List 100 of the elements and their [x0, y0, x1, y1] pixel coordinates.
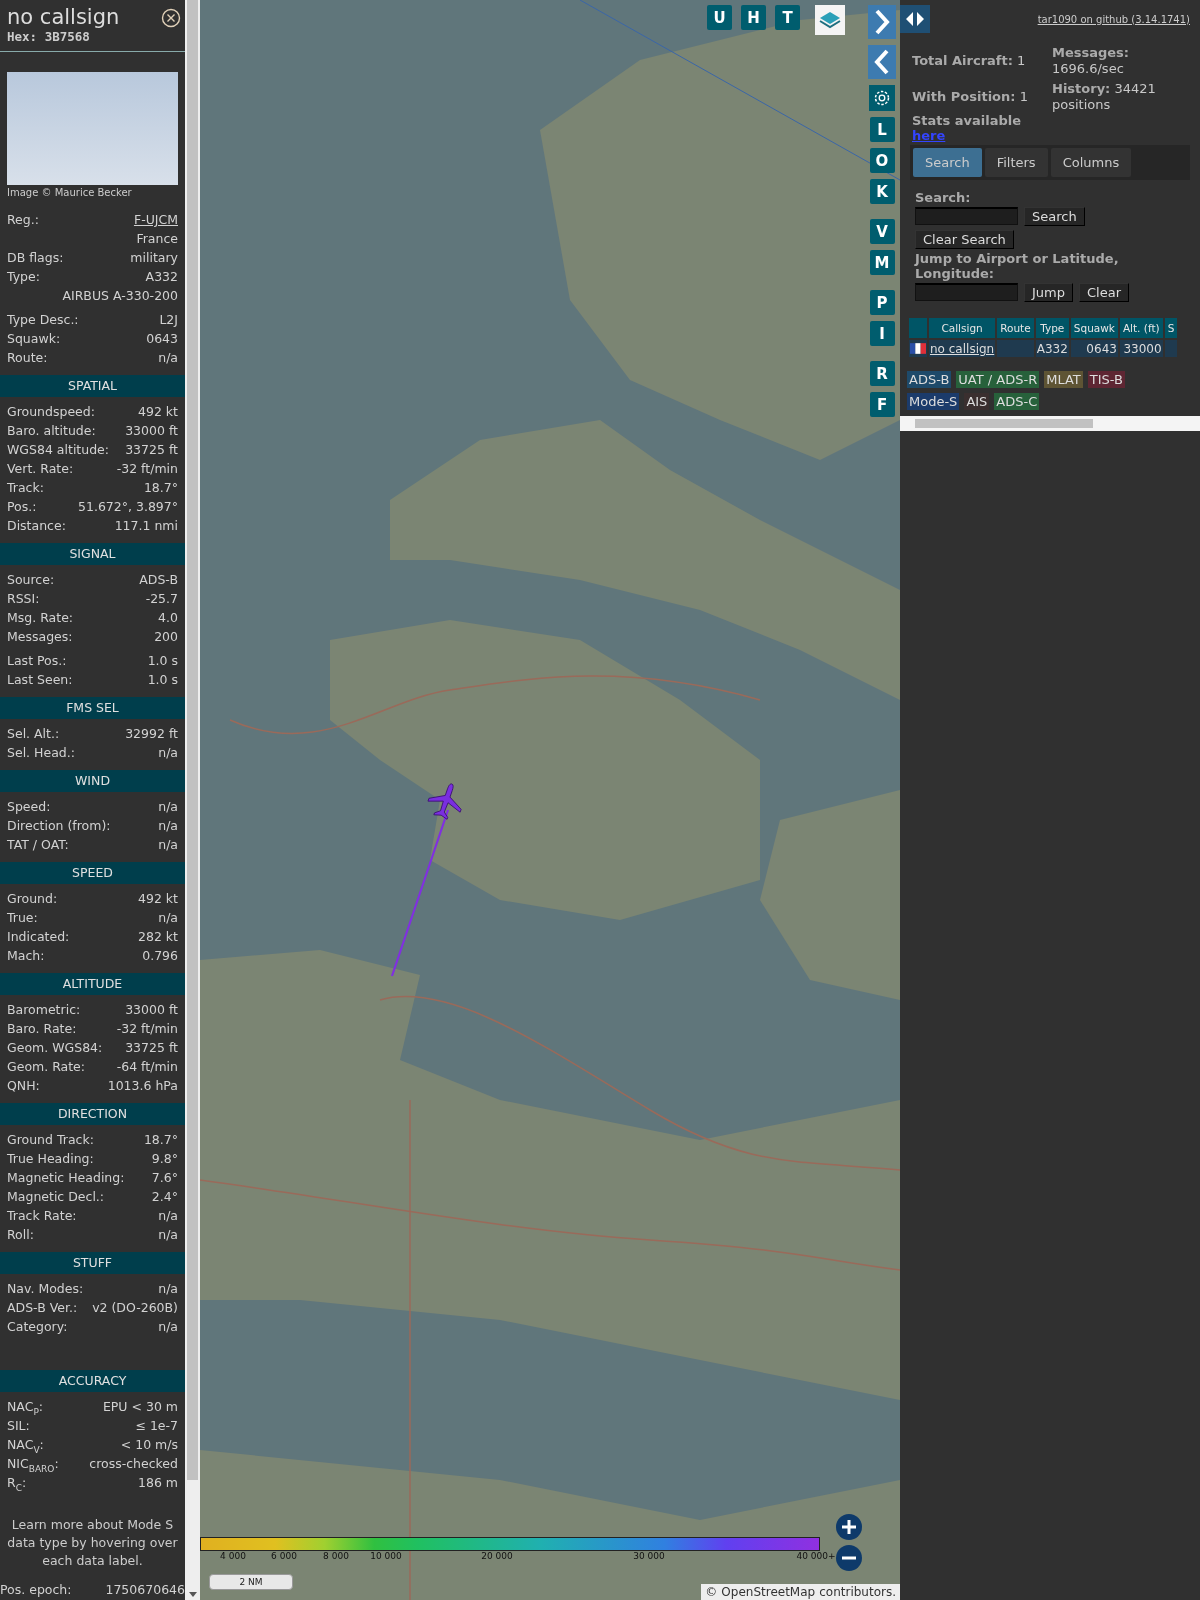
map-toggle-button[interactable]: L [869, 117, 895, 142]
map-toggle-button[interactable]: T [775, 5, 800, 30]
settings-icon[interactable] [869, 85, 895, 111]
field-value: n/a [158, 1318, 178, 1336]
column-header[interactable]: Alt. (ft) [1119, 318, 1163, 338]
zoom-out-icon[interactable] [836, 1545, 862, 1571]
callsign-link[interactable]: no callsign [930, 341, 995, 356]
field-label: Speed: [7, 798, 51, 816]
field-label: Mach: [7, 947, 45, 965]
jump-label: Jump to Airport or Latitude, Longitude: [915, 251, 1120, 281]
scrollbar[interactable] [185, 0, 200, 1600]
column-header[interactable]: Type [1035, 318, 1069, 338]
altitude-label: 10 000 [370, 1551, 402, 1561]
column-header[interactable]: S [1164, 318, 1178, 338]
aircraft-hex: Hex: 3B7568 [7, 29, 91, 44]
field-label: WGS84 altitude: [7, 441, 110, 459]
clear-search-button[interactable]: Clear Search [915, 230, 1014, 249]
altitude-label: 6 000 [271, 1551, 297, 1561]
close-icon[interactable] [161, 8, 181, 28]
field-value: 492 kt [138, 890, 178, 908]
section-header: ALTITUDE [0, 973, 185, 995]
field-label: Geom. Rate: [7, 1058, 86, 1076]
field-value: -32 ft/min [116, 1020, 178, 1038]
tab[interactable]: Filters [984, 148, 1048, 177]
field-value: 0643 [146, 330, 178, 348]
layers-icon[interactable] [815, 5, 845, 35]
map-toggle-button[interactable]: I [869, 321, 895, 346]
field-value: -64 ft/min [116, 1058, 178, 1076]
field-label: Ground Track: [7, 1131, 94, 1149]
field-value: 2.4° [151, 1188, 178, 1206]
field-label: Baro. altitude: [7, 422, 96, 440]
clear-button[interactable]: Clear [1079, 283, 1129, 302]
field-value: 51.672°, 3.897° [78, 498, 178, 516]
section-header: WIND [0, 770, 185, 792]
section-header: SPEED [0, 862, 185, 884]
field-value: 9.8° [151, 1150, 178, 1168]
field-value: 7.6° [151, 1169, 178, 1187]
field-label: Track: [7, 479, 44, 497]
field-label: NAC$_{V}$: [7, 1436, 44, 1454]
tab[interactable]: Columns [1050, 148, 1132, 177]
field-value: 4.0 [158, 609, 178, 627]
map-toggle-button[interactable]: P [869, 290, 895, 315]
map-toggle-button[interactable]: K [869, 179, 895, 204]
section-header: ACCURACY [0, 1370, 185, 1392]
field-label: Last Pos.: [7, 652, 67, 670]
jump-button[interactable]: Jump [1024, 283, 1073, 302]
field-value: 33725 ft [125, 1039, 178, 1057]
search-field[interactable] [915, 207, 1018, 225]
field-label: Source: [7, 571, 55, 589]
column-header[interactable]: Squawk [1070, 318, 1118, 338]
altitude-label: 30 000 [633, 1551, 665, 1561]
altitude-label: 20 000 [481, 1551, 513, 1561]
field-value: 32992 ft [125, 725, 178, 743]
field-label: Reg.: [7, 211, 39, 229]
map-toggle-button[interactable]: O [869, 148, 895, 173]
field-label: SIL: [7, 1417, 30, 1435]
field-label: TAT / OAT: [7, 836, 69, 854]
field-value: n/a [158, 798, 178, 816]
field-value: n/a [158, 744, 178, 762]
map-toggle-button[interactable]: U [707, 5, 732, 30]
map-toggle-button[interactable]: R [869, 361, 895, 386]
field-label: Nav. Modes: [7, 1280, 84, 1298]
stat-text: With Position: 1 [912, 89, 1029, 105]
field-label: NIC$_{BARO}$: [7, 1455, 59, 1473]
field-value: 33000 ft [125, 1001, 178, 1019]
field-value: -32 ft/min [116, 460, 178, 478]
openstreetmap-link[interactable]: OpenStreetMap [721, 1585, 816, 1599]
field-label: Squawk: [7, 330, 61, 348]
column-header[interactable]: Callsign [929, 318, 996, 338]
section-header: DIRECTION [0, 1103, 185, 1125]
map-toggle-button[interactable]: H [741, 5, 766, 30]
field-label: Route: [7, 349, 48, 367]
jump-field[interactable] [915, 283, 1018, 301]
attribution-text: © [705, 1585, 718, 1599]
search-button[interactable]: Search [1024, 207, 1085, 226]
zoom-in-icon[interactable] [836, 1514, 862, 1540]
table-cell: 33000 [1123, 341, 1162, 356]
field-label: Roll: [7, 1226, 34, 1244]
field-value: cross-checked [89, 1455, 178, 1473]
source-tag: ADS-C [994, 393, 1040, 410]
field-label: Geom. WGS84: [7, 1039, 103, 1057]
map-toggle-button[interactable]: V [869, 219, 895, 244]
registration-link[interactable]: F-UJCM [133, 210, 178, 229]
sidebar-toggle-icon[interactable] [900, 5, 930, 33]
field-value: n/a [158, 909, 178, 927]
github-link[interactable]: tar1090 on github (3.14.1741) [1037, 13, 1190, 25]
photo-credit: Image © Maurice Becker [7, 187, 133, 198]
field-label: Track Rate: [7, 1207, 77, 1225]
attribution-text: contributors. [819, 1585, 896, 1599]
field-value: -25.7 [145, 590, 178, 608]
horizontal-scrollbar[interactable] [900, 416, 1200, 431]
column-header[interactable]: Route [997, 318, 1034, 338]
field-value: n/a [158, 817, 178, 835]
field-value: 33725 ft [125, 441, 178, 459]
field-value: AIRBUS A-330-200 [62, 287, 178, 305]
field-label: QNH: [7, 1077, 40, 1095]
map-toggle-button[interactable]: F [869, 392, 895, 417]
field-label: Vert. Rate: [7, 460, 74, 478]
map-toggle-button[interactable]: M [869, 250, 895, 275]
field-label: Category: [7, 1318, 68, 1336]
